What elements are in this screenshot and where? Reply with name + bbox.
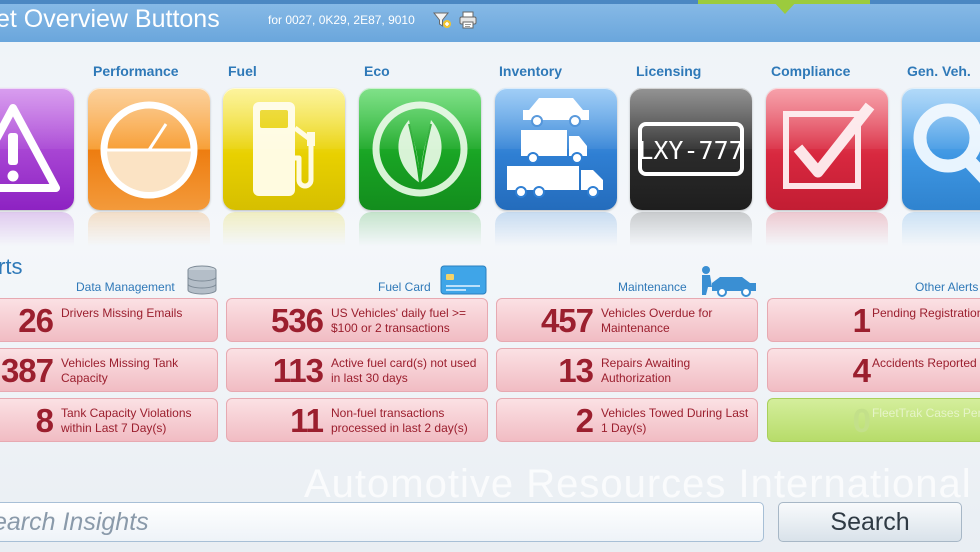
alert-text: Non-fuel transactions processed in last …	[331, 406, 468, 435]
tile-reflection	[0, 212, 74, 246]
alert-count: 457	[540, 302, 594, 339]
alert-card-accidents-reported[interactable]: 4 Accidents Reported Last 7 Days	[767, 348, 980, 392]
license-plate-icon: LXY-777	[638, 122, 744, 176]
category-button-gen-veh[interactable]	[902, 88, 980, 210]
category-label-licensing[interactable]: Licensing	[636, 63, 701, 79]
alert-count: 1	[852, 302, 871, 339]
alert-card-daily-fuel[interactable]: 536 US Vehicles' daily fuel >= $100 or 2…	[226, 298, 488, 342]
tile-reflection	[495, 212, 617, 246]
alert-count: 4	[852, 352, 871, 389]
alert-count: 113	[272, 352, 324, 389]
category-label-performance[interactable]: Performance	[93, 63, 179, 79]
alert-text: Drivers Missing Emails	[61, 306, 183, 320]
fuel-pump-icon	[253, 102, 315, 196]
category-button-compliance[interactable]	[766, 88, 888, 210]
page-title: et Overview Buttons	[0, 5, 220, 33]
alert-count: 26	[18, 302, 54, 339]
search-box	[0, 502, 764, 542]
alert-text: Accidents Reported Last 7 Days	[872, 356, 980, 370]
alert-card-pending-registrations[interactable]: 1 Pending Registrations Due in 30 Days f…	[767, 298, 980, 342]
alert-text: FleetTrak Cases Pending	[872, 406, 980, 420]
alert-card-drivers-missing-emails[interactable]: 26 Drivers Missing Emails	[0, 298, 218, 342]
category-label-gen-veh[interactable]: Gen. Veh.	[907, 63, 971, 79]
search-button[interactable]: Search	[778, 502, 962, 542]
tile-reflection	[88, 212, 210, 246]
alerts-heading: rts	[0, 254, 23, 279]
category-label-eco[interactable]: Eco	[364, 63, 390, 79]
alert-count: 8	[35, 402, 54, 439]
category-button-alerts[interactable]	[0, 88, 74, 210]
category-button-performance[interactable]	[88, 88, 210, 210]
category-button-licensing[interactable]: LXY-777	[630, 88, 752, 210]
category-button-eco[interactable]	[359, 88, 481, 210]
leaf-icon	[372, 101, 468, 197]
tile-reflection	[630, 212, 752, 246]
gauge-icon	[100, 101, 198, 199]
category-button-inventory[interactable]	[495, 88, 617, 210]
magnifier-icon	[913, 103, 980, 184]
warning-icon	[0, 104, 60, 192]
search-input[interactable]	[0, 503, 763, 541]
section-label-other-alerts: Other Alerts	[915, 280, 979, 294]
category-label-inventory[interactable]: Inventory	[499, 63, 562, 79]
print-icon[interactable]	[458, 10, 478, 30]
vehicle-filter-summary: for 0027, 0K29, 2E87, 9010	[268, 13, 415, 27]
alert-count: 0	[852, 402, 871, 439]
tile-reflection	[223, 212, 345, 246]
alert-text: Repairs Awaiting Authorization	[601, 356, 691, 385]
alert-card-unused-fuel-cards[interactable]: 113 Active fuel card(s) not used in last…	[226, 348, 488, 392]
alert-card-repairs-awaiting[interactable]: 13 Repairs Awaiting Authorization	[496, 348, 758, 392]
vehicles-icon	[507, 98, 603, 198]
filter-icon[interactable]	[432, 10, 452, 30]
active-tab-arrow	[772, 0, 798, 14]
alert-text: Pending Registrations Due in 30 Days for	[872, 306, 980, 320]
alert-card-non-fuel-transactions[interactable]: 11 Non-fuel transactions processed in la…	[226, 398, 488, 442]
category-label-compliance[interactable]: Compliance	[771, 63, 850, 79]
alert-text: Vehicles Towed During Last 1 Day(s)	[601, 406, 749, 435]
alert-count: 13	[558, 352, 594, 389]
section-label-fuel-card: Fuel Card	[378, 280, 431, 294]
alert-card-tank-capacity-violations[interactable]: 8 Tank Capacity Violations within Last 7…	[0, 398, 218, 442]
mechanic-icon	[698, 265, 758, 297]
alert-count: 11	[290, 402, 324, 439]
alert-text: Vehicles Overdue for Maintenance	[601, 306, 713, 335]
alert-count: 387	[0, 352, 54, 389]
company-watermark: Automotive Resources International	[304, 462, 972, 506]
category-label-fuel[interactable]: Fuel	[228, 63, 257, 79]
alert-card-overdue-maintenance[interactable]: 457 Vehicles Overdue for Maintenance	[496, 298, 758, 342]
alert-count: 2	[575, 402, 594, 439]
database-icon	[186, 265, 218, 295]
category-button-fuel[interactable]	[223, 88, 345, 210]
credit-card-icon	[440, 265, 487, 295]
alert-card-fleettrak-cases[interactable]: 0 FleetTrak Cases Pending	[767, 398, 980, 442]
alert-count: 536	[270, 302, 324, 339]
section-label-data-management: Data Management	[76, 280, 175, 294]
alert-text: Active fuel card(s) not used in last 30 …	[331, 356, 477, 385]
alert-text: Vehicles Missing Tank Capacity	[61, 356, 179, 385]
tile-reflection	[902, 212, 980, 246]
tile-reflection	[359, 212, 481, 246]
alert-card-missing-tank-capacity[interactable]: 387 Vehicles Missing Tank Capacity	[0, 348, 218, 392]
plate-text: LXY-777	[638, 136, 743, 165]
alert-card-vehicles-towed[interactable]: 2 Vehicles Towed During Last 1 Day(s)	[496, 398, 758, 442]
checkbox-icon	[783, 102, 875, 189]
alert-text: Tank Capacity Violations within Last 7 D…	[61, 406, 192, 435]
tile-reflection	[766, 212, 888, 246]
section-label-maintenance: Maintenance	[618, 280, 687, 294]
alert-text: US Vehicles' daily fuel >= $100 or 2 tra…	[331, 306, 467, 335]
